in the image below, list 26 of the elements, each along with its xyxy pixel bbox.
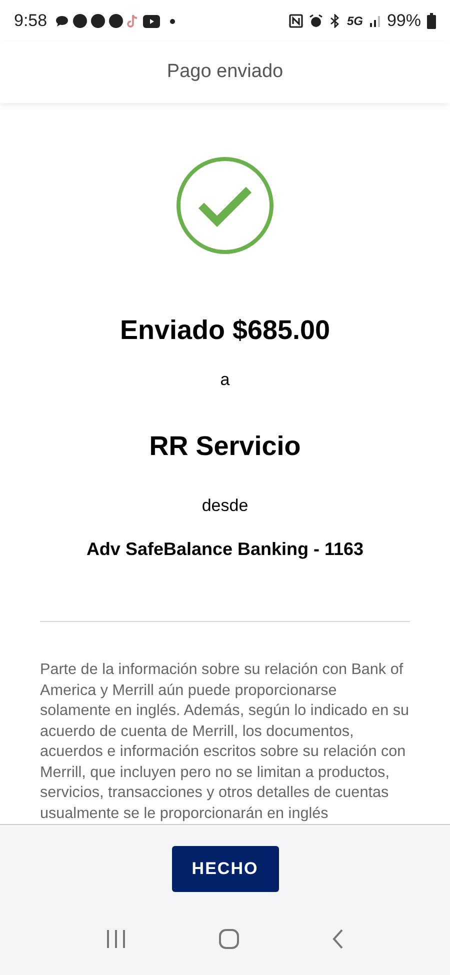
battery-percent: 99% <box>386 10 421 32</box>
checkmark-circle-icon <box>175 156 275 255</box>
notification-icon <box>73 14 88 28</box>
battery-icon <box>427 13 436 29</box>
play-icon <box>143 14 160 28</box>
notification-icon <box>109 14 124 28</box>
amount-sent: Enviado $685.00 <box>120 314 330 347</box>
done-button[interactable]: HECHO <box>172 846 278 892</box>
recent-apps-icon[interactable] <box>105 928 128 948</box>
clock: 9:58 <box>14 10 48 32</box>
to-label: a <box>220 368 230 390</box>
back-icon[interactable] <box>330 928 345 950</box>
page-title: Pago enviado <box>166 60 284 84</box>
network-label: 5G <box>346 13 363 30</box>
payee-name: RR Servicio <box>149 430 301 463</box>
music-note-icon <box>127 14 140 28</box>
nfc-icon <box>288 14 303 28</box>
alarm-icon <box>308 14 323 28</box>
account-name: Adv SafeBalance Banking - 1163 <box>86 538 364 561</box>
bluetooth-icon <box>328 14 341 28</box>
chat-icon <box>55 14 70 28</box>
signal-icon <box>368 15 381 27</box>
notification-icon <box>91 14 106 28</box>
disclaimer-text: Parte de la información sobre su relación con Bank of America y Merrill aún puede proporcionarse solamente en inglés. Además, según lo indicado en su acuerdo de cuenta de Merrill, los documentos, acuerdos e información escritos sobre su relación con Merrill, que incluyen pero no se limitan a productos, servicios, transacciones y otros detalles de cuentas usualmente se le proporcionarán en inglés <box>40 660 410 824</box>
from-label: desde <box>202 494 248 516</box>
home-icon[interactable] <box>218 928 240 950</box>
